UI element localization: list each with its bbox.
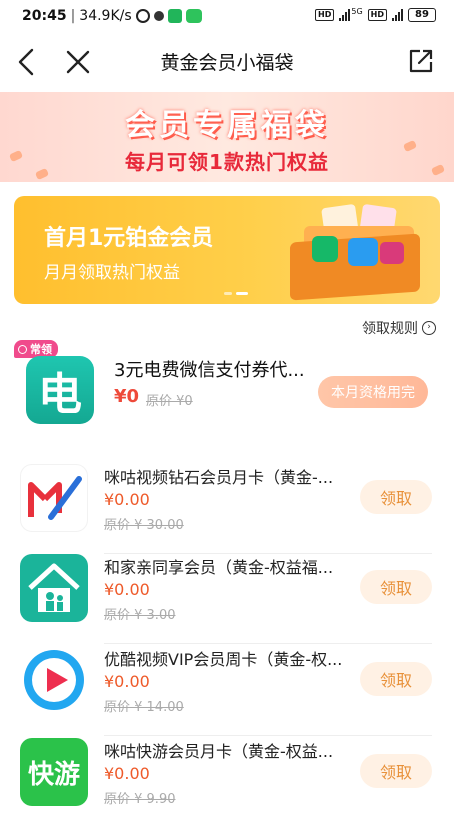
item-original-price: 原价 ¥ 3.00 [104, 608, 176, 623]
item-price: ¥0.00 [104, 764, 150, 783]
divider [104, 735, 432, 736]
rules-link-label: 领取规则 [362, 321, 418, 337]
banner-subtitle: 每月可领1款热门权益 [125, 150, 329, 174]
carousel-indicator [224, 292, 248, 295]
carousel-dot-active [236, 292, 248, 295]
status-divider: | [70, 8, 76, 24]
list-item[interactable]: 优酷视频VIP会员周卡（黄金-权... ¥0.00 原价 ¥ 14.00 领取 [0, 646, 454, 742]
electricity-coupon-icon: 电 [26, 356, 94, 424]
app-icon [167, 9, 182, 23]
battery-icon: 89 [408, 8, 436, 22]
tencent-video-logo-icon [348, 238, 378, 266]
youku-icon [20, 646, 88, 714]
nav-bar: 黄金会员小福袋 [0, 34, 454, 90]
claim-button[interactable]: 领取 [360, 754, 432, 788]
carousel-dot [224, 292, 232, 295]
quota-used-button[interactable]: 本月资格用完 [318, 376, 428, 408]
divider [104, 643, 432, 644]
featured-icon-text: 电 [38, 369, 82, 420]
promo-subtitle: 月月领取热门权益 [44, 263, 180, 283]
status-left: 20:45 | 34.9K/s [22, 8, 202, 24]
video-app-logo-icon [380, 242, 404, 264]
item-original-price: 原价 ¥ 9.90 [104, 792, 176, 807]
status-time: 20:45 [22, 8, 67, 24]
status-bar: 20:45 | 34.9K/s HD 5G HD 89 [0, 0, 454, 34]
hd-icon-2: HD [367, 9, 387, 21]
migu-video-icon [20, 464, 88, 532]
item-price: ¥0.00 [104, 672, 150, 691]
rules-link[interactable]: 领取规则 › [362, 318, 436, 338]
claim-button[interactable]: 领取 [360, 570, 432, 604]
signal-icon-2 [392, 9, 403, 21]
promo-carousel[interactable]: 首月1元铂金会员 月月领取热门权益 [14, 196, 440, 304]
claim-button[interactable]: 领取 [360, 480, 432, 514]
network-label: 5G [351, 6, 363, 16]
featured-original-price: 原价 ¥0 [146, 394, 193, 409]
hero-banner: 会员专属福袋 每月可领1款热门权益 [0, 92, 454, 182]
item-title: 和家亲同享会员（黄金-权益福... [104, 558, 334, 577]
featured-title[interactable]: 3元电费微信支付券代... [114, 356, 305, 382]
page-title: 黄金会员小福袋 [160, 52, 294, 74]
item-price: ¥0.00 [104, 490, 150, 509]
signal-icon [339, 9, 351, 21]
alarm-icon [135, 9, 150, 23]
list-item[interactable]: 和家亲同享会员（黄金-权益福... ¥0.00 原价 ¥ 3.00 领取 [0, 554, 454, 650]
migu-kuaiyou-icon: 快游 [20, 738, 88, 806]
list-item[interactable]: 快游 咪咕快游会员月卡（黄金-权益... ¥0.00 原价 ¥ 9.90 领取 [0, 738, 454, 834]
list-item[interactable]: 咪咕视频钻石会员月卡（黄金-... ¥0.00 原价 ¥ 30.00 领取 [0, 464, 454, 560]
item-title: 咪咕快游会员月卡（黄金-权益... [104, 742, 334, 761]
claim-button[interactable]: 领取 [360, 662, 432, 696]
kuaiyou-icon-text: 快游 [27, 759, 80, 790]
item-title: 优酷视频VIP会员周卡（黄金-权... [104, 650, 343, 669]
iqiyi-logo-icon [312, 236, 338, 262]
status-right: HD 5G HD 89 [315, 6, 436, 22]
featured-badge-label: 常领 [30, 343, 52, 356]
item-price: ¥0.00 [104, 580, 150, 599]
dot-icon [153, 11, 164, 21]
item-title: 咪咕视频钻石会员月卡（黄金-... [104, 468, 334, 487]
status-net-speed: 34.9K/s [79, 8, 132, 24]
promo-title: 首月1元铂金会员 [44, 226, 214, 251]
share-icon[interactable] [406, 46, 436, 76]
chevron-right-icon: › [422, 321, 436, 335]
banner-title: 会员专属福袋 [125, 108, 329, 143]
hejiaqin-icon [20, 554, 88, 622]
wechat-icon [185, 9, 202, 23]
hd-icon: HD [315, 9, 335, 21]
item-original-price: 原价 ¥ 30.00 [104, 518, 184, 533]
item-original-price: 原价 ¥ 14.00 [104, 700, 184, 715]
clock-icon [18, 344, 27, 354]
featured-price: ¥0 [114, 386, 140, 407]
